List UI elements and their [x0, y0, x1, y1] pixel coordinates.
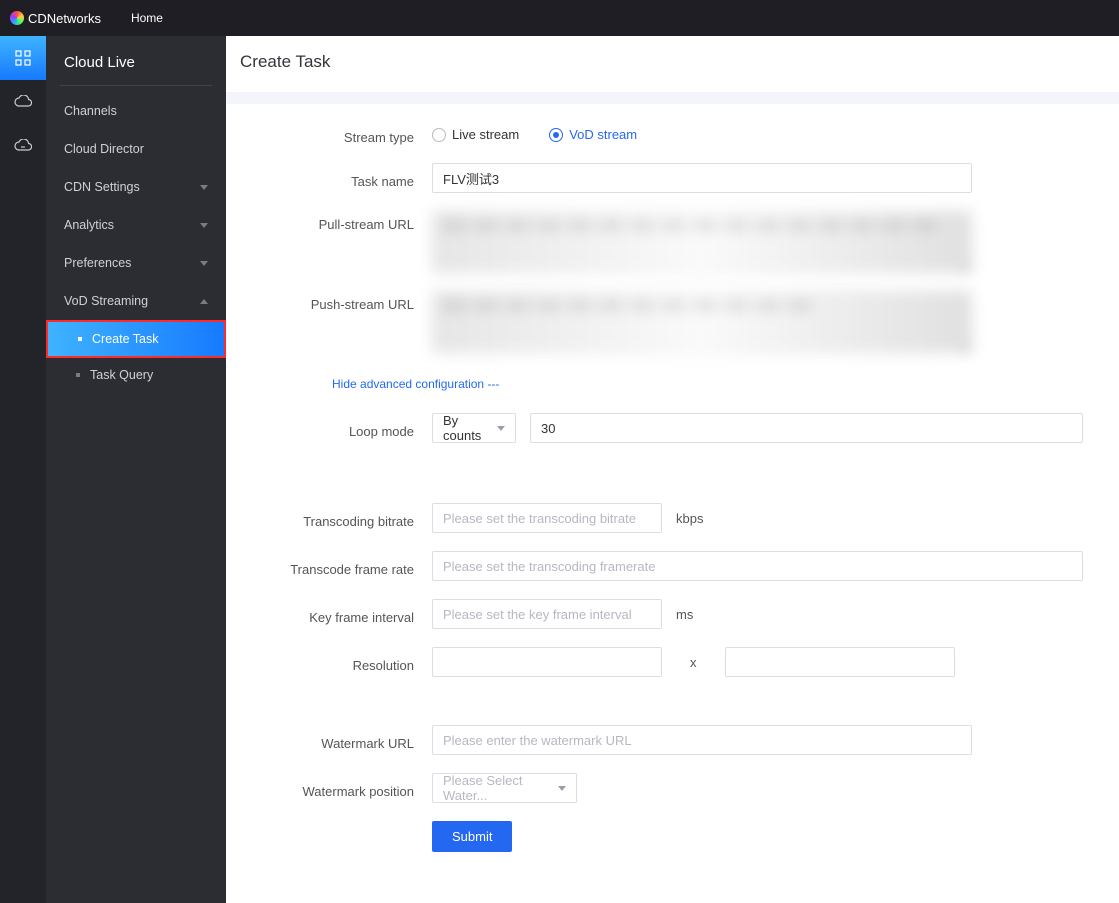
sidebar-item-label: Preferences — [64, 256, 131, 270]
chevron-down-icon — [558, 786, 566, 791]
chevron-down-icon — [200, 223, 208, 228]
spacer — [262, 695, 1083, 725]
sidebar-item-cdn-settings[interactable]: CDN Settings — [46, 168, 226, 206]
bullet-icon — [76, 373, 80, 377]
chevron-down-icon — [200, 185, 208, 190]
radio-label: Live stream — [452, 127, 519, 142]
label-push-url: Push-stream URL — [262, 291, 432, 312]
app-body: Cloud Live Channels Cloud Director CDN S… — [0, 36, 1119, 903]
chevron-up-icon — [200, 299, 208, 304]
row-watermark-url: Watermark URL — [262, 725, 1083, 755]
brand-name: CDNetworks — [28, 11, 101, 26]
unit-ms: ms — [676, 607, 693, 622]
chevron-down-icon — [200, 261, 208, 266]
watermark-url-input[interactable] — [432, 725, 972, 755]
spacer — [262, 461, 1083, 503]
select-value: By counts — [443, 413, 497, 443]
row-task-name: Task name — [262, 163, 1083, 193]
sidebar-title: Cloud Live — [46, 36, 226, 85]
label-empty — [262, 821, 432, 827]
label-transcode-framerate: Transcode frame rate — [262, 556, 432, 577]
sidebar-item-label: CDN Settings — [64, 180, 140, 194]
page-title: Create Task — [226, 36, 1119, 92]
sidebar-item-label: Cloud Director — [64, 142, 144, 156]
label-task-name: Task name — [262, 168, 432, 189]
submit-button[interactable]: Submit — [432, 821, 512, 852]
rail-item-cloud[interactable] — [0, 80, 46, 124]
row-pull-url: Pull-stream URL aaa aaa aaa aaa aaa aaa … — [262, 211, 1083, 273]
sidebar: Cloud Live Channels Cloud Director CDN S… — [46, 36, 226, 903]
radio-live-stream[interactable]: Live stream — [432, 127, 519, 142]
transcode-framerate-input[interactable] — [432, 551, 1083, 581]
label-watermark-position: Watermark position — [262, 778, 432, 799]
row-keyframe-interval: Key frame interval ms — [262, 599, 1083, 629]
loop-mode-select[interactable]: By counts — [432, 413, 516, 443]
label-transcoding-bitrate: Transcoding bitrate — [262, 508, 432, 529]
radio-vod-stream[interactable]: VoD stream — [549, 127, 637, 142]
sidebar-item-label: VoD Streaming — [64, 294, 148, 308]
label-keyframe-interval: Key frame interval — [262, 604, 432, 625]
row-submit: Submit — [262, 821, 1083, 852]
sidebar-item-preferences[interactable]: Preferences — [46, 244, 226, 282]
sidebar-item-vod-streaming[interactable]: VoD Streaming — [46, 282, 226, 320]
sidebar-sub-task-query[interactable]: Task Query — [46, 358, 226, 392]
label-loop-mode: Loop mode — [262, 418, 432, 439]
radio-icon — [549, 128, 563, 142]
resolution-separator: x — [676, 655, 711, 670]
cloud-icon — [14, 95, 32, 109]
pull-url-input[interactable]: aaa aaa aaa aaa aaa aaa aaa aaa aaa aaa … — [432, 211, 972, 273]
row-resolution: Resolution x — [262, 647, 1083, 677]
rail-item-apps[interactable] — [0, 36, 46, 80]
row-transcode-framerate: Transcode frame rate — [262, 551, 1083, 581]
transcoding-bitrate-input[interactable] — [432, 503, 662, 533]
sidebar-sub-label: Create Task — [92, 332, 158, 346]
resolution-height-input[interactable] — [725, 647, 955, 677]
create-task-form: Stream type Live stream VoD stream Task … — [226, 104, 1119, 900]
rail-item-cloud-alt[interactable] — [0, 124, 46, 168]
row-loop-mode: Loop mode By counts — [262, 413, 1083, 443]
unit-kbps: kbps — [676, 511, 703, 526]
radio-icon — [432, 128, 446, 142]
sidebar-sub-label: Task Query — [90, 368, 153, 382]
brand-logo: CDNetworks — [10, 11, 101, 26]
radio-label: VoD stream — [569, 127, 637, 142]
sidebar-sub-create-task[interactable]: Create Task — [46, 320, 226, 358]
loop-count-input[interactable] — [530, 413, 1083, 443]
label-stream-type: Stream type — [262, 124, 432, 145]
bullet-icon — [78, 337, 82, 341]
chevron-down-icon — [497, 426, 505, 431]
sidebar-item-label: Channels — [64, 104, 117, 118]
sidebar-item-label: Analytics — [64, 218, 114, 232]
home-link[interactable]: Home — [131, 11, 163, 25]
push-url-input[interactable]: aaa aaa aaa aaa aaa aaa aaa aaa aaa aaa … — [432, 291, 972, 353]
task-name-input[interactable] — [432, 163, 972, 193]
sidebar-divider — [60, 85, 212, 86]
toggle-advanced-config[interactable]: Hide advanced configuration --- — [332, 377, 499, 391]
cloud-alt-icon — [14, 139, 32, 153]
select-placeholder: Please Select Water... — [443, 773, 558, 803]
label-pull-url: Pull-stream URL — [262, 211, 432, 232]
keyframe-interval-input[interactable] — [432, 599, 662, 629]
sidebar-item-channels[interactable]: Channels — [46, 92, 226, 130]
nav-rail — [0, 36, 46, 903]
row-push-url: Push-stream URL aaa aaa aaa aaa aaa aaa … — [262, 291, 1083, 353]
app-header: CDNetworks Home — [0, 0, 1119, 36]
row-transcoding-bitrate: Transcoding bitrate kbps — [262, 503, 1083, 533]
watermark-position-select[interactable]: Please Select Water... — [432, 773, 577, 803]
main-content: Create Task Stream type Live stream VoD … — [226, 36, 1119, 903]
resolution-width-input[interactable] — [432, 647, 662, 677]
divider-bar — [226, 92, 1119, 104]
grid-icon — [15, 50, 31, 66]
sidebar-item-analytics[interactable]: Analytics — [46, 206, 226, 244]
row-watermark-position: Watermark position Please Select Water..… — [262, 773, 1083, 803]
label-watermark-url: Watermark URL — [262, 730, 432, 751]
sidebar-item-cloud-director[interactable]: Cloud Director — [46, 130, 226, 168]
label-resolution: Resolution — [262, 652, 432, 673]
row-stream-type: Stream type Live stream VoD stream — [262, 124, 1083, 145]
brand-logo-icon — [10, 11, 24, 25]
